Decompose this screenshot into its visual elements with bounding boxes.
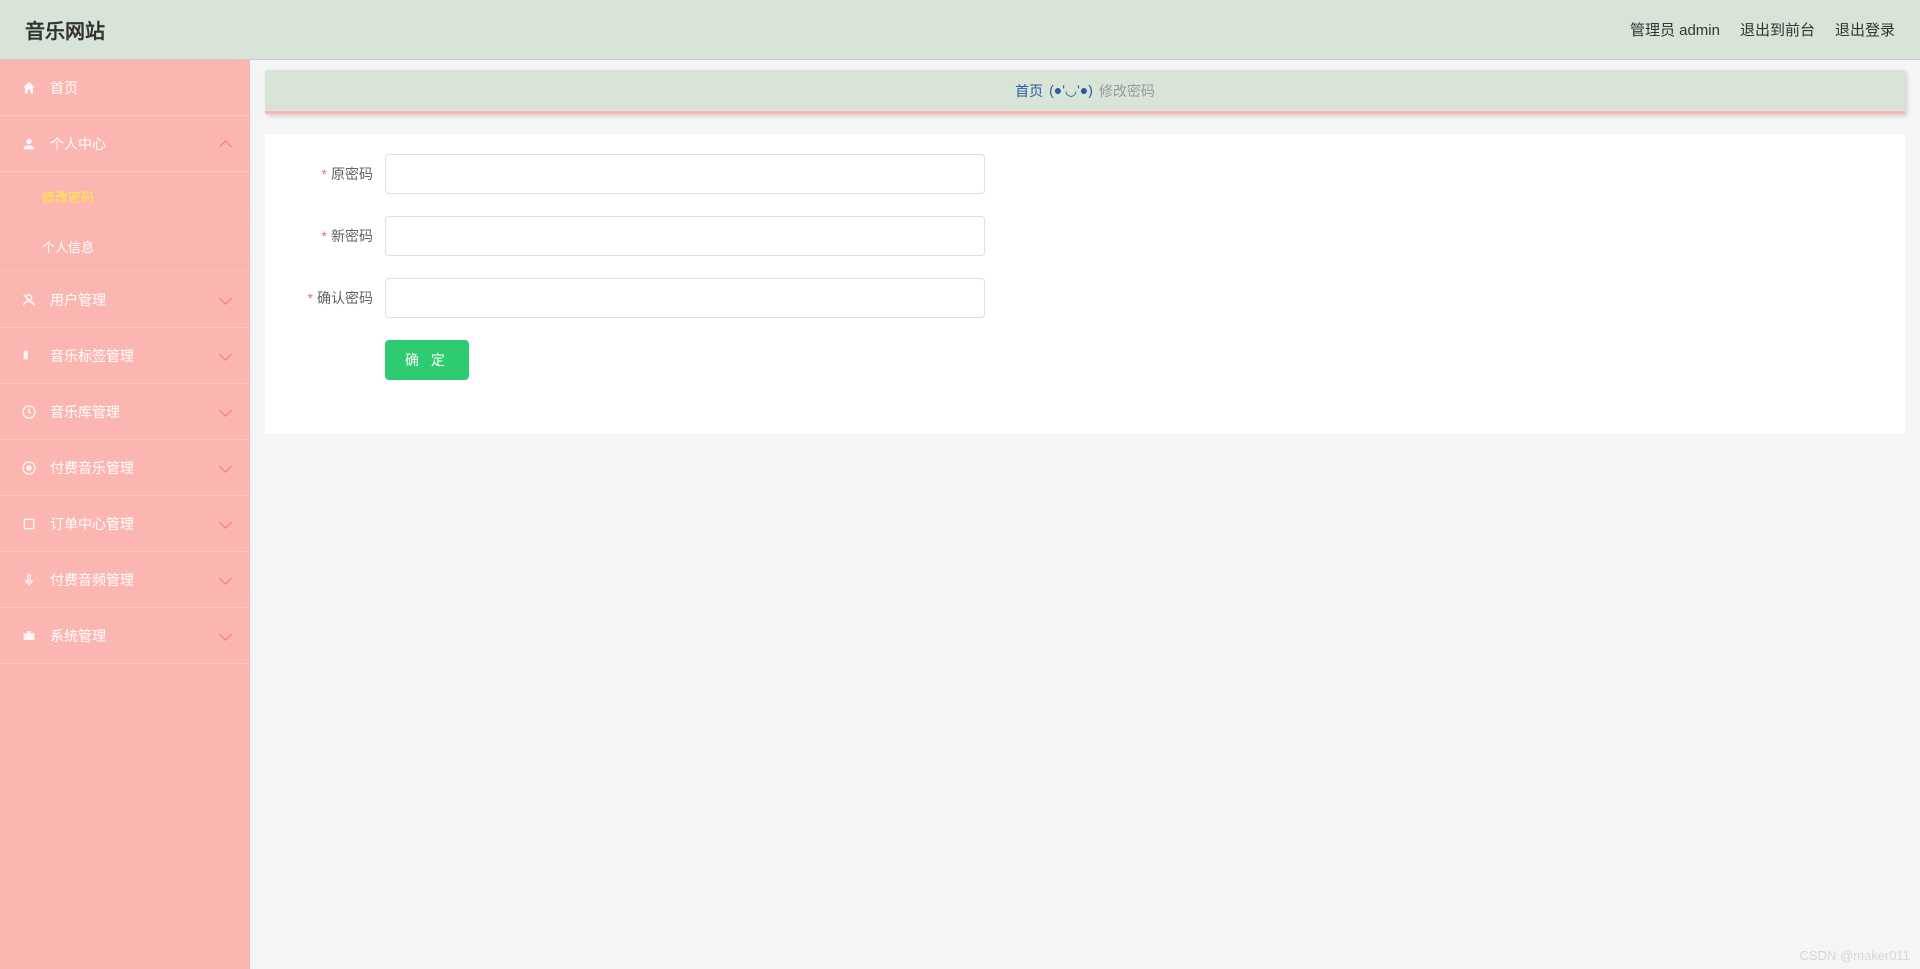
sidebar-item-system[interactable]: 系统管理 bbox=[0, 608, 250, 664]
library-icon bbox=[20, 403, 38, 421]
sidebar-item-label: 音乐库管理 bbox=[50, 402, 120, 422]
sidebar-item-music-tags[interactable]: 音乐标签管理 bbox=[0, 328, 250, 384]
new-password-input[interactable] bbox=[385, 216, 985, 256]
header: 音乐网站 管理员 admin 退出到前台 退出登录 bbox=[0, 0, 1920, 60]
header-right: 管理员 admin 退出到前台 退出登录 bbox=[1630, 19, 1895, 40]
sidebar-subitem-label: 个人信息 bbox=[42, 237, 94, 256]
breadcrumb-separator: (●'◡'●) bbox=[1049, 82, 1093, 99]
sidebar-item-personal-center[interactable]: 个人中心 bbox=[0, 116, 250, 172]
form-row-old-password: *原密码 bbox=[295, 154, 1875, 194]
sidebar-subitem-change-password[interactable]: 修改密码 bbox=[0, 172, 250, 222]
sidebar-item-user-manage[interactable]: 用户管理 bbox=[0, 272, 250, 328]
old-password-input[interactable] bbox=[385, 154, 985, 194]
layout: 首页 个人中心 修改密码 个人信息 用户管理 音乐标签管理 bbox=[0, 60, 1920, 969]
sidebar-item-home[interactable]: 首页 bbox=[0, 60, 250, 116]
paid-audio-icon bbox=[20, 571, 38, 589]
sidebar-item-label: 付费音乐管理 bbox=[50, 458, 134, 478]
new-password-label: *新密码 bbox=[295, 226, 385, 246]
order-icon bbox=[20, 515, 38, 533]
breadcrumb-current: 修改密码 bbox=[1099, 81, 1155, 101]
sidebar-item-label: 首页 bbox=[50, 78, 78, 98]
system-icon bbox=[20, 627, 38, 645]
paid-music-icon bbox=[20, 459, 38, 477]
admin-label[interactable]: 管理员 admin bbox=[1630, 19, 1720, 40]
sidebar-item-order-center[interactable]: 订单中心管理 bbox=[0, 496, 250, 552]
confirm-password-input[interactable] bbox=[385, 278, 985, 318]
form-button-row: 确 定 bbox=[295, 340, 1875, 380]
change-password-form: *原密码 *新密码 *确认密码 确 定 bbox=[265, 134, 1905, 434]
sidebar: 首页 个人中心 修改密码 个人信息 用户管理 音乐标签管理 bbox=[0, 60, 250, 969]
breadcrumb-home-link[interactable]: 首页 bbox=[1015, 81, 1043, 101]
main-content: 首页 (●'◡'●) 修改密码 *原密码 *新密码 *确认密码 确 定 bbox=[250, 60, 1920, 969]
app-title: 音乐网站 bbox=[25, 15, 105, 44]
sidebar-item-label: 用户管理 bbox=[50, 290, 106, 310]
exit-to-front-link[interactable]: 退出到前台 bbox=[1740, 19, 1815, 40]
tag-icon bbox=[20, 347, 38, 365]
breadcrumb: 首页 (●'◡'●) 修改密码 bbox=[265, 70, 1905, 114]
confirm-button[interactable]: 确 定 bbox=[385, 340, 469, 380]
old-password-label: *原密码 bbox=[295, 164, 385, 184]
person-icon bbox=[20, 135, 38, 153]
logout-link[interactable]: 退出登录 bbox=[1835, 19, 1895, 40]
user-manage-icon bbox=[20, 291, 38, 309]
sidebar-item-paid-audio[interactable]: 付费音频管理 bbox=[0, 552, 250, 608]
sidebar-item-label: 订单中心管理 bbox=[50, 514, 134, 534]
form-row-confirm-password: *确认密码 bbox=[295, 278, 1875, 318]
sidebar-item-music-library[interactable]: 音乐库管理 bbox=[0, 384, 250, 440]
form-row-new-password: *新密码 bbox=[295, 216, 1875, 256]
sidebar-item-label: 系统管理 bbox=[50, 626, 106, 646]
sidebar-item-label: 付费音频管理 bbox=[50, 570, 134, 590]
sidebar-item-paid-music[interactable]: 付费音乐管理 bbox=[0, 440, 250, 496]
sidebar-item-label: 音乐标签管理 bbox=[50, 346, 134, 366]
sidebar-subitem-personal-info[interactable]: 个人信息 bbox=[0, 222, 250, 272]
confirm-password-label: *确认密码 bbox=[295, 288, 385, 308]
home-icon bbox=[20, 79, 38, 97]
sidebar-subitem-label: 修改密码 bbox=[42, 187, 94, 206]
sidebar-item-label: 个人中心 bbox=[50, 134, 106, 154]
watermark: CSDN @maker011 bbox=[1800, 948, 1911, 963]
